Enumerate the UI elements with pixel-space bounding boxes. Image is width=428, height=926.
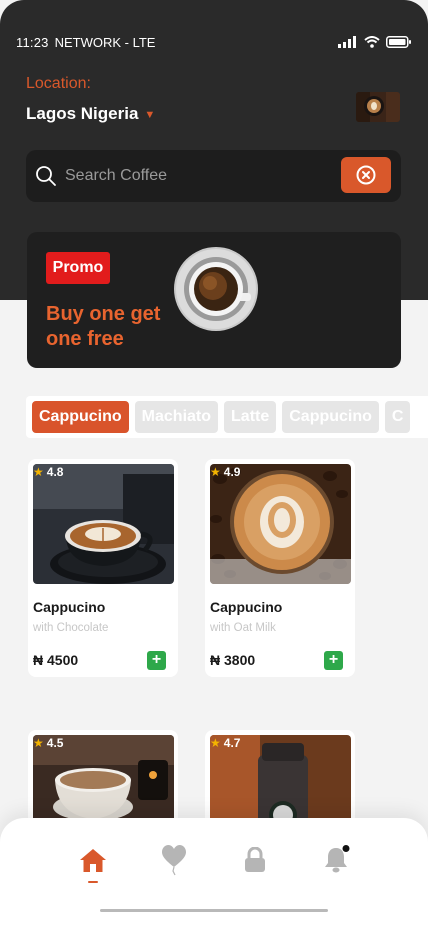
clear-search-button[interactable] [341,157,391,193]
category-chip-latte[interactable]: Latte [224,401,277,433]
status-bar: 11:23 NETWORK - LTE [16,34,412,50]
nav-orders[interactable] [240,845,270,875]
product-price: ₦ 3800 [210,652,256,668]
battery-icon [386,36,411,48]
promo-badge: Promo [46,252,110,284]
location-value: Lagos Nigeria [26,104,139,123]
category-tabs: Cappucino Machiato Latte Cappucino C [26,396,428,438]
product-card[interactable]: ★ 4.8 Cappucino with Chocolate ₦ 4500 + [28,459,178,677]
star-icon: ★ [33,736,44,750]
rating-badge: ★ 4.8 [33,465,63,479]
star-icon: ★ [210,465,221,479]
rating-value: 4.5 [46,736,64,750]
lock-icon [245,847,265,872]
category-chip-more[interactable]: C [384,401,411,433]
nav-notifications[interactable] [321,845,351,875]
status-network: NETWORK - LTE [54,34,156,50]
wifi-icon [364,36,380,48]
rating-badge: ★ 4.9 [210,465,240,479]
signal-icon [338,36,356,48]
product-description: with Oat Milk [210,622,276,634]
star-icon: ★ [210,736,221,750]
add-to-cart-button[interactable]: + [324,651,343,670]
rating-badge: ★ 4.7 [210,736,240,750]
coffee-cup-image [174,247,258,331]
avatar[interactable] [356,92,400,122]
status-time: 11:23 [16,34,49,50]
rating-badge: ★ 4.5 [33,736,63,750]
active-tab-indicator [88,881,98,883]
product-price: ₦ 4500 [33,652,79,668]
product-image [210,464,351,584]
search-input[interactable]: Search Coffee [65,167,167,185]
chevron-down-icon: ▼ [144,109,156,121]
product-image [33,464,174,584]
product-description: with Chocolate [33,622,109,634]
close-circle-icon [356,165,376,185]
category-chip-machiato[interactable]: Machiato [134,401,219,433]
category-chip-cappucino[interactable]: Cappucino [32,401,129,433]
heart-balloon-icon [162,845,186,876]
rating-value: 4.8 [46,465,64,479]
nav-favorites[interactable] [159,845,189,876]
search-bar[interactable]: Search Coffee [26,150,401,202]
bell-icon [325,845,350,873]
home-icon [80,849,106,872]
nav-home[interactable] [78,845,108,875]
category-chip-cappucino-2[interactable]: Cappucino [282,401,379,433]
rating-value: 4.7 [223,736,241,750]
status-icons [338,36,412,48]
search-icon [36,166,56,186]
star-icon: ★ [33,465,44,479]
home-indicator [100,909,328,912]
product-card[interactable]: ★ 4.9 Cappucino with Oat Milk ₦ 3800 + [205,459,355,677]
promo-headline: Buy one get one free [46,303,161,350]
add-to-cart-button[interactable]: + [147,651,166,670]
bottom-nav [0,818,428,926]
avatar-coffee-image [356,92,400,122]
promo-banner[interactable]: Promo Buy one get one free [27,232,401,368]
location-selector[interactable]: Lagos Nigeria ▼ [26,104,155,124]
rating-value: 4.9 [223,465,241,479]
location-label: Location: [26,75,91,92]
product-name: Cappucino [210,599,283,615]
product-name: Cappucino [33,599,106,615]
